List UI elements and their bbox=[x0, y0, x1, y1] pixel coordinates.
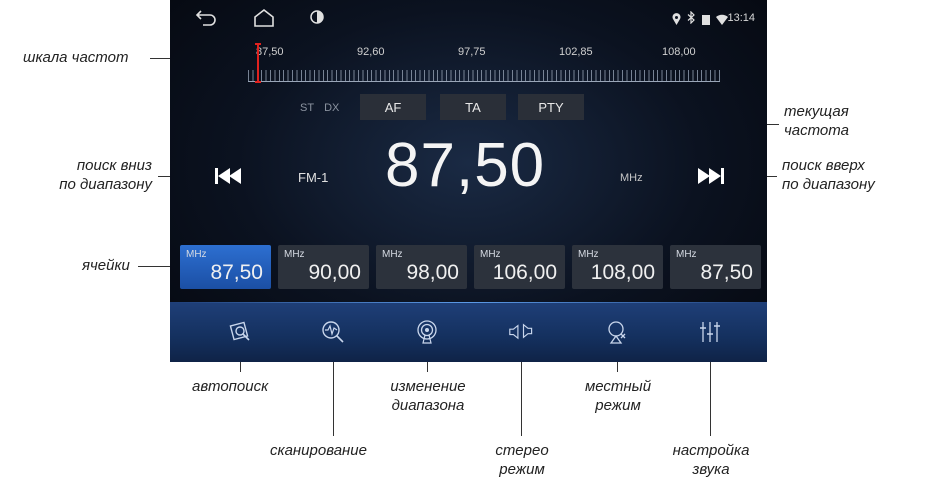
frequency-unit: MHz bbox=[620, 172, 643, 184]
annotation-seek-up-line2: по диапазону bbox=[782, 176, 875, 193]
preset-value: 87,50 bbox=[700, 261, 753, 284]
mode-row: ST DX bbox=[300, 95, 339, 121]
annotation-sound: настройка звука bbox=[668, 441, 754, 479]
preset-cell[interactable]: MHz 90,00 bbox=[278, 245, 369, 289]
needle-bar bbox=[257, 44, 259, 82]
annotation-sound-line1: настройка bbox=[672, 442, 750, 459]
home-icon[interactable] bbox=[252, 8, 276, 33]
annotation-seek-up: поиск вверх по диапазону bbox=[782, 156, 875, 194]
frequency-scale[interactable]: 87,50 92,60 97,75 102,85 108,00 bbox=[230, 40, 720, 95]
scale-label-5: 108,00 bbox=[662, 46, 696, 58]
preset-unit: MHz bbox=[676, 249, 697, 260]
scale-baseline bbox=[248, 81, 720, 82]
annotation-seek-up-line1: поиск вверх bbox=[782, 157, 865, 174]
preset-unit: MHz bbox=[186, 249, 207, 260]
radio-screen: 13:14 87,50 92,60 97,75 102,85 108,00 ST… bbox=[170, 0, 767, 362]
frequency-needle[interactable] bbox=[255, 40, 261, 86]
annotation-band-change: изменение диапазона bbox=[376, 377, 480, 415]
af-button[interactable]: AF bbox=[360, 94, 426, 120]
annotation-band-change-line2: диапазона bbox=[391, 397, 465, 414]
annotation-cells: ячейки bbox=[82, 257, 130, 274]
local-mode-icon[interactable] bbox=[597, 314, 637, 350]
preset-value: 98,00 bbox=[406, 261, 459, 284]
signal-icon bbox=[701, 12, 711, 30]
annotation-stereo: стерео режим bbox=[492, 441, 552, 479]
preset-unit: MHz bbox=[382, 249, 403, 260]
annotation-scale: шкала частот bbox=[23, 49, 129, 66]
annotation-seek-down-line1: поиск вниз bbox=[76, 157, 152, 174]
current-frequency: 87,50 bbox=[385, 131, 546, 200]
annotation-current-frequency: текущая частота bbox=[784, 102, 849, 140]
seek-down-button[interactable] bbox=[214, 166, 242, 192]
annotation-current-frequency-line1: текущая bbox=[784, 103, 849, 120]
annotation-band-change-line1: изменение bbox=[390, 378, 466, 395]
location-icon bbox=[672, 12, 681, 30]
preset-unit: MHz bbox=[284, 249, 305, 260]
wifi-icon bbox=[716, 12, 728, 30]
scale-label-4: 102,85 bbox=[559, 46, 593, 58]
preset-value: 87,50 bbox=[210, 261, 263, 284]
toolbar-top-glow bbox=[170, 302, 767, 303]
preset-unit: MHz bbox=[480, 249, 501, 260]
back-arrow-icon[interactable] bbox=[194, 8, 218, 31]
bottom-toolbar bbox=[170, 302, 767, 362]
annotation-seek-down: поиск вниз по диапазону bbox=[0, 156, 152, 194]
equalizer-icon[interactable] bbox=[690, 314, 730, 350]
preset-cell[interactable]: MHz 87,50 bbox=[670, 245, 761, 289]
status-bar: 13:14 bbox=[170, 0, 767, 36]
preset-unit: MHz bbox=[578, 249, 599, 260]
annotation-sound-line2: звука bbox=[692, 461, 730, 478]
preset-cell[interactable]: MHz 108,00 bbox=[572, 245, 663, 289]
brightness-icon[interactable] bbox=[308, 8, 326, 31]
preset-value: 108,00 bbox=[590, 261, 655, 284]
preset-value: 106,00 bbox=[492, 261, 557, 284]
status-time: 13:14 bbox=[727, 12, 755, 24]
autosearch-icon[interactable] bbox=[220, 314, 260, 350]
dx-indicator: DX bbox=[324, 102, 340, 114]
annotation-current-frequency-line2: частота bbox=[784, 122, 849, 139]
annotation-local-line1: местный bbox=[584, 378, 652, 395]
preset-cell[interactable]: MHz 87,50 bbox=[180, 245, 271, 289]
ta-button[interactable]: TA bbox=[440, 94, 506, 120]
annotation-local-line2: режим bbox=[595, 397, 641, 414]
annotation-local: местный режим bbox=[578, 377, 658, 415]
annotation-seek-down-line2: по диапазону bbox=[59, 176, 152, 193]
stereo-icon[interactable] bbox=[501, 314, 541, 350]
scale-label-1: 87,50 bbox=[256, 46, 284, 58]
preset-cells: MHz 87,50 MHz 90,00 MHz 98,00 MHz 106,00… bbox=[180, 245, 765, 291]
band-label: FM-1 bbox=[298, 170, 329, 185]
scan-icon[interactable] bbox=[313, 314, 353, 350]
bluetooth-icon bbox=[687, 10, 696, 29]
pty-button[interactable]: PTY bbox=[518, 94, 584, 120]
annotation-stereo-line2: режим bbox=[499, 461, 545, 478]
st-indicator: ST bbox=[300, 102, 315, 114]
needle-cap-bottom bbox=[255, 81, 261, 83]
annotation-stereo-line1: стерео bbox=[495, 442, 549, 459]
scale-label-3: 97,75 bbox=[458, 46, 486, 58]
annotation-autosearch: автопоиск bbox=[192, 378, 269, 395]
preset-cell[interactable]: MHz 106,00 bbox=[474, 245, 565, 289]
preset-value: 90,00 bbox=[308, 261, 361, 284]
annotation-scanning: сканирование bbox=[270, 442, 367, 459]
scale-label-2: 92,60 bbox=[357, 46, 385, 58]
band-switch-icon[interactable] bbox=[407, 314, 447, 350]
seek-up-button[interactable] bbox=[697, 166, 725, 192]
preset-cell[interactable]: MHz 98,00 bbox=[376, 245, 467, 289]
